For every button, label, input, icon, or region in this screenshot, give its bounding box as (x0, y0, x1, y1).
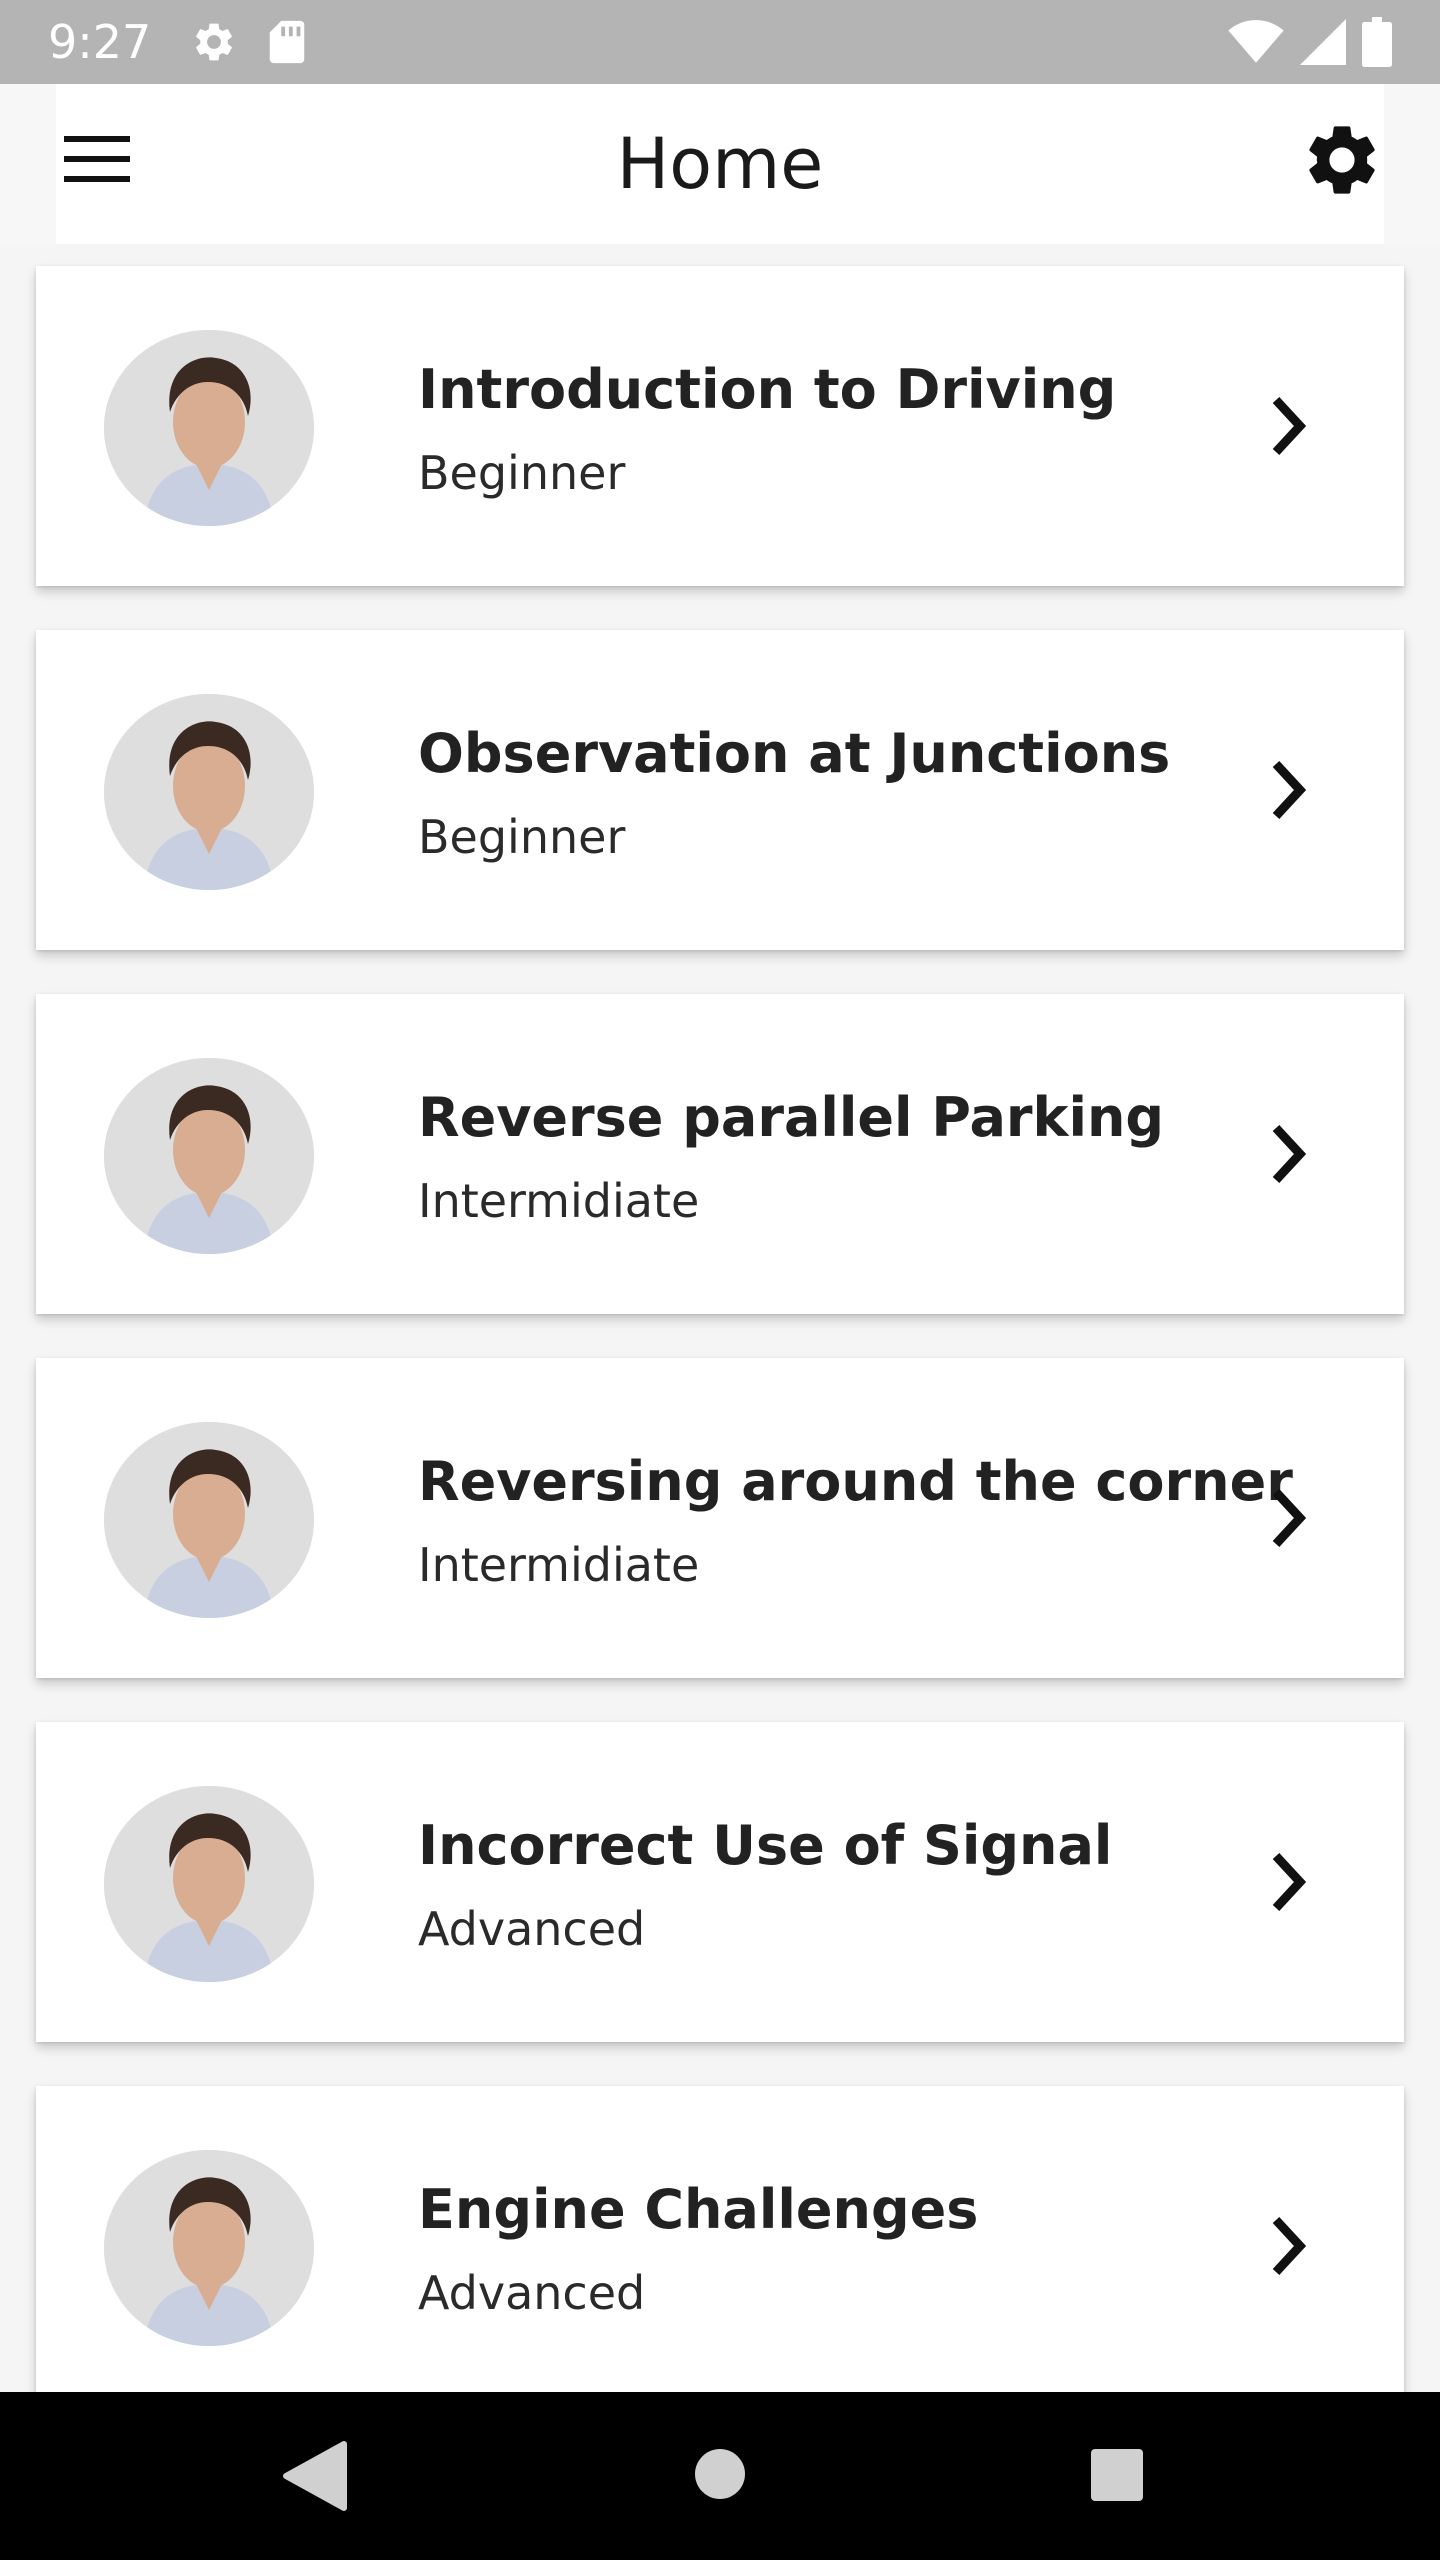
chevron-right-icon (1272, 1488, 1307, 1548)
back-icon (283, 2441, 347, 2511)
lesson-title: Reverse parallel Parking (418, 1086, 1165, 1149)
lesson-card[interactable]: Engine Challenges Advanced (36, 2086, 1404, 2392)
lesson-level: Intermidiate (418, 1174, 700, 1228)
lesson-title: Observation at Junctions (418, 722, 1171, 785)
gear-icon (196, 23, 233, 61)
lesson-level: Beginner (418, 446, 626, 500)
home-button[interactable] (694, 2448, 746, 2500)
lesson-level: Intermidiate (418, 1538, 700, 1592)
recents-button[interactable] (1090, 2448, 1144, 2502)
lesson-card[interactable]: Observation at Junctions Beginner (36, 630, 1404, 950)
instructor-avatar (104, 330, 314, 526)
lesson-title: Introduction to Driving (418, 358, 1117, 421)
chevron-right-icon (1272, 2216, 1307, 2276)
lesson-title: Reversing around the corner (418, 1450, 1293, 1513)
lesson-card[interactable]: Reversing around the corner Intermidiate (36, 1358, 1404, 1678)
instructor-avatar (104, 1058, 314, 1254)
chevron-right-icon (1272, 760, 1307, 820)
instructor-avatar (104, 1422, 314, 1618)
recents-icon (1091, 2449, 1143, 2501)
lesson-card[interactable]: Reverse parallel Parking Intermidiate (36, 994, 1404, 1314)
menu-button[interactable] (64, 134, 132, 184)
settings-button[interactable] (1300, 118, 1384, 202)
instructor-avatar (104, 1786, 314, 1982)
chevron-right-icon (1272, 1852, 1307, 1912)
lesson-title: Incorrect Use of Signal (418, 1814, 1113, 1877)
hamburger-menu-icon (64, 136, 130, 182)
lesson-list[interactable]: Introduction to Driving Beginner Observa… (0, 244, 1440, 2392)
chevron-right-icon (1272, 396, 1307, 456)
status-time: 9:27 (48, 15, 152, 69)
signal-icon (1300, 19, 1346, 65)
gear-icon (1309, 126, 1375, 194)
lesson-title: Engine Challenges (418, 2178, 979, 2241)
app-bar-background (56, 84, 1384, 244)
system-nav-bar (0, 2392, 1440, 2560)
lesson-level: Advanced (418, 2266, 646, 2320)
status-bar: 9:27 (0, 0, 1440, 84)
lesson-level: Advanced (418, 1902, 646, 1956)
lesson-level: Beginner (418, 810, 626, 864)
lesson-card[interactable]: Introduction to Driving Beginner (36, 266, 1404, 586)
sd-card-icon (270, 20, 305, 64)
battery-icon (1362, 17, 1392, 67)
back-button[interactable] (276, 2438, 350, 2514)
home-icon (695, 2449, 745, 2499)
instructor-avatar (104, 694, 314, 890)
lesson-card[interactable]: Incorrect Use of Signal Advanced (36, 1722, 1404, 2042)
app-bar (0, 84, 1440, 244)
wifi-icon (1228, 20, 1284, 63)
chevron-right-icon (1272, 1124, 1307, 1184)
instructor-avatar (104, 2150, 314, 2346)
